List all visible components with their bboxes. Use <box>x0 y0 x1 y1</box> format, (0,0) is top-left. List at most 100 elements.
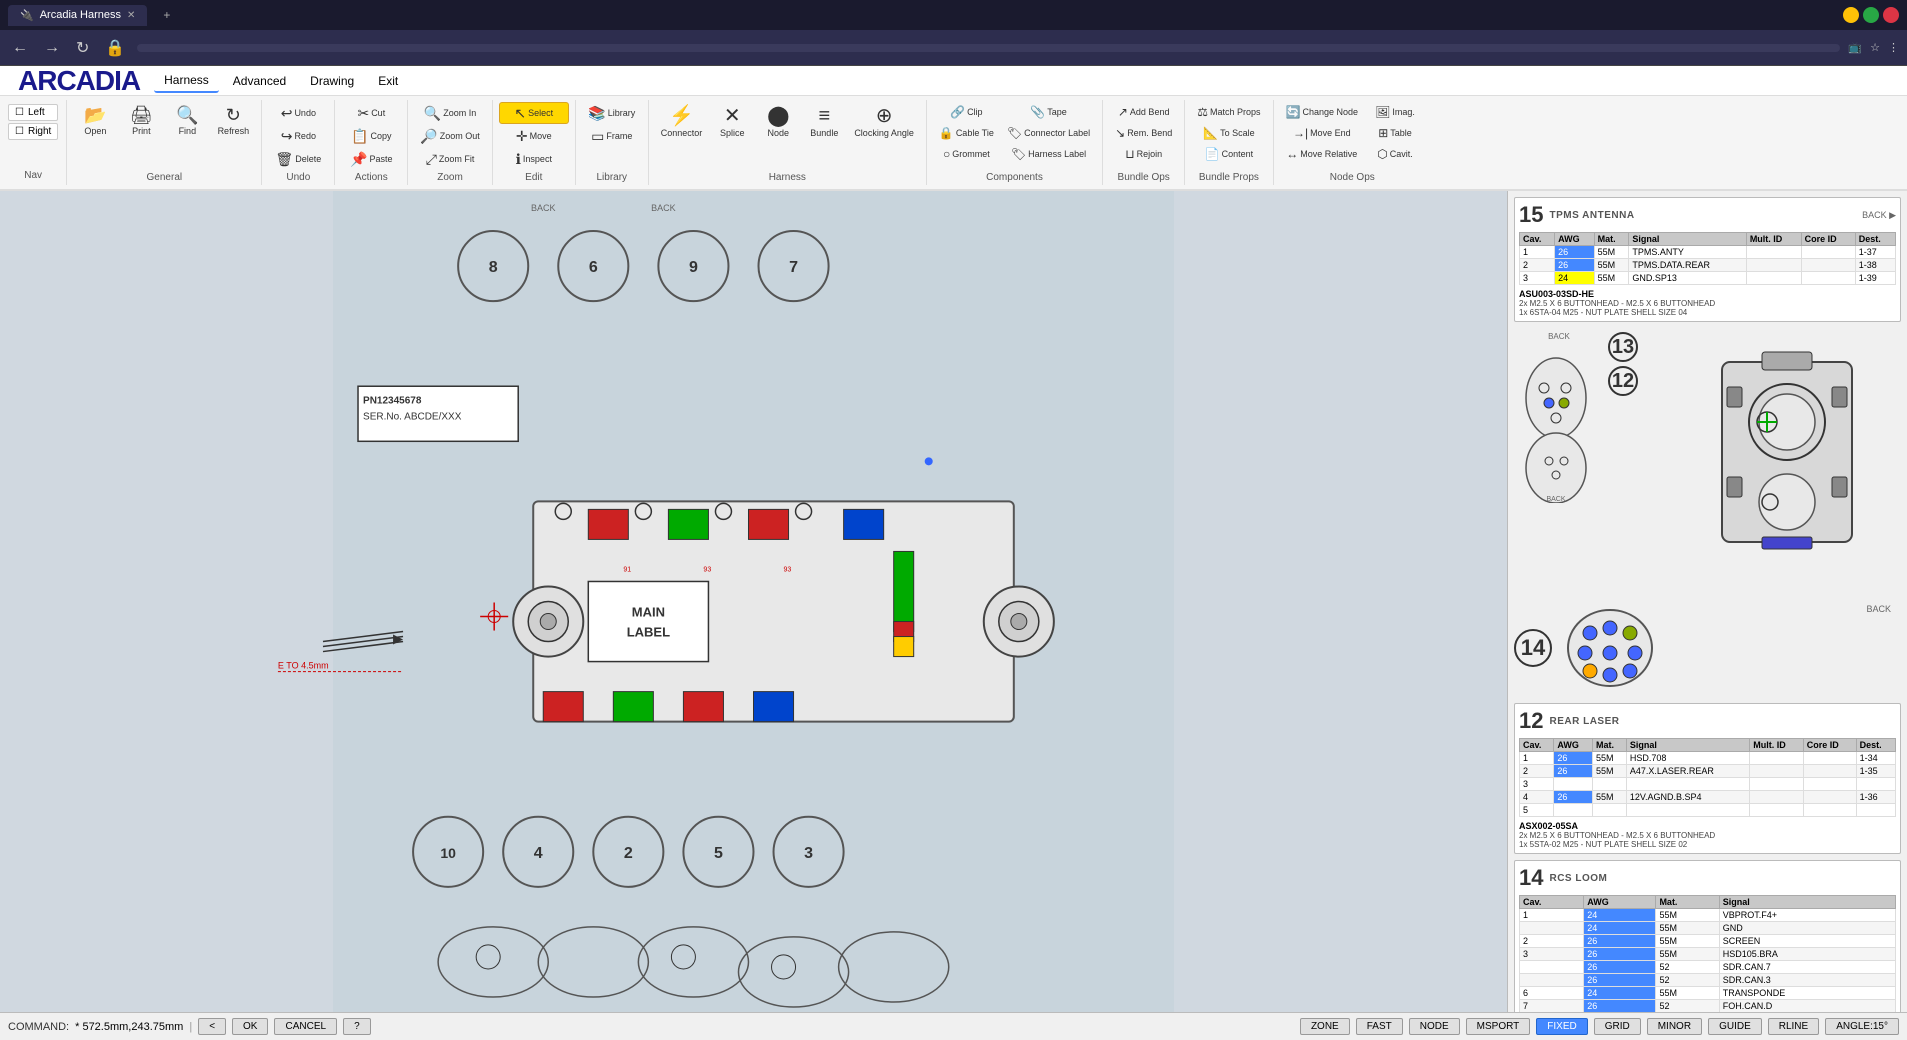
cut-btn[interactable]: ✂ Cut <box>341 102 401 124</box>
open-icon: 📂 <box>84 106 106 124</box>
zoom-in-btn[interactable]: 🔍 Zoom In <box>414 102 485 124</box>
match-props-btn[interactable]: ⚖ Match Props <box>1191 102 1266 122</box>
ok-btn[interactable]: OK <box>232 1018 268 1035</box>
harness-label-btn[interactable]: 🏷 Harness Label <box>1001 144 1096 164</box>
clocking-btn[interactable]: ⊕ Clocking Angle <box>848 102 920 142</box>
col-awg: AWG <box>1554 739 1593 752</box>
select-btn[interactable]: ↖ Select <box>499 102 569 124</box>
zoom-fit-btn[interactable]: ⤢ Zoom Fit <box>414 148 485 170</box>
open-label: Open <box>84 126 106 136</box>
browser-refresh-btn[interactable]: ↻ <box>72 36 93 60</box>
rem-bend-btn[interactable]: ↘ Rem. Bend <box>1109 123 1178 143</box>
cast-icon[interactable]: 📺 <box>1848 41 1862 54</box>
print-btn[interactable]: 🖨 Print <box>119 102 163 140</box>
cavit-btn[interactable]: ⬡ Cavit. <box>1365 144 1425 164</box>
app-tab[interactable]: 🔌 Arcadia Harness ✕ <box>8 5 147 26</box>
paste-btn[interactable]: 📌 Paste <box>341 148 401 170</box>
svg-text:9: 9 <box>689 259 698 276</box>
open-btn[interactable]: 📂 Open <box>73 102 117 140</box>
table-btn[interactable]: ⊞ Table <box>1365 123 1425 143</box>
connector-label-label: Connector Label <box>1024 128 1090 138</box>
right-icon: ☐ <box>15 126 24 137</box>
bundle-props-col: ⚖ Match Props 📐 To Scale 📄 Content <box>1191 102 1266 164</box>
maximize-btn[interactable] <box>1863 7 1879 23</box>
frame-btn[interactable]: ▭ Frame <box>582 125 642 147</box>
find-btn[interactable]: 🔍 Find <box>165 102 209 140</box>
menu-exit[interactable]: Exit <box>368 70 408 92</box>
fixed-btn[interactable]: FIXED <box>1536 1018 1587 1035</box>
msport-btn[interactable]: MSPORT <box>1466 1018 1531 1035</box>
toolbar-components-section: 🔗 Clip 🔒 Cable Tie ○ Grommet 📎 <box>927 100 1103 185</box>
nav-right-btn[interactable]: ☐ Right <box>8 123 58 140</box>
bookmark-icon[interactable]: ☆ <box>1870 41 1880 54</box>
library-btn[interactable]: 📚 Library <box>582 102 642 124</box>
close-btn[interactable] <box>1883 7 1899 23</box>
inspect-btn[interactable]: ℹ Inspect <box>499 148 569 170</box>
rline-btn[interactable]: RLINE <box>1768 1018 1819 1035</box>
back-btn[interactable]: ← <box>8 37 32 59</box>
cell-signal: GND.SP13 <box>1629 272 1746 285</box>
cell-mat: 55M <box>1594 272 1629 285</box>
copy-btn[interactable]: 📋 Copy <box>341 125 401 147</box>
status-bar: COMMAND: * 572.5mm,243.75mm | < OK CANCE… <box>0 1012 1907 1040</box>
nav-left-btn[interactable]: ☐ Left <box>8 104 58 121</box>
general-section-label: General <box>147 170 183 183</box>
cancel-btn[interactable]: CANCEL <box>274 1018 337 1035</box>
table-row: 2455MGND <box>1520 922 1896 935</box>
main-content: BACK BACK 8 6 9 7 PN12345678 SER.No. ABC… <box>0 191 1907 1012</box>
content-btn[interactable]: 📄 Content <box>1191 144 1266 164</box>
grid-btn[interactable]: GRID <box>1594 1018 1641 1035</box>
delete-btn[interactable]: 🗑 Delete <box>268 148 328 170</box>
svg-text:MAIN: MAIN <box>632 605 665 620</box>
zoom-out-btn[interactable]: 🔎 Zoom Out <box>414 125 485 147</box>
less-btn[interactable]: < <box>198 1018 226 1035</box>
node-btn[interactable]: ⬤ Node <box>756 102 800 142</box>
grommet-btn[interactable]: ○ Grommet <box>933 144 1000 164</box>
splice-btn[interactable]: ✕ Splice <box>710 102 754 142</box>
rejoin-btn[interactable]: ⊔ Rejoin <box>1109 144 1178 164</box>
menu-harness[interactable]: Harness <box>154 69 219 93</box>
menu-icon[interactable]: ⋮ <box>1888 41 1899 54</box>
move-relative-btn[interactable]: ↔ Move Relative <box>1280 144 1365 164</box>
zone-btn[interactable]: ZONE <box>1300 1018 1350 1035</box>
menu-drawing[interactable]: Drawing <box>300 70 364 92</box>
browser-lock-btn[interactable]: 🔒 <box>101 36 129 60</box>
tape-btn[interactable]: 📎 Tape <box>1001 102 1096 122</box>
menu-advanced[interactable]: Advanced <box>223 70 296 92</box>
address-bar[interactable] <box>137 44 1840 52</box>
bundle-btn[interactable]: ≡ Bundle <box>802 102 846 142</box>
to-scale-icon: 📐 <box>1203 127 1218 139</box>
move-relative-icon: ↔ <box>1286 148 1298 160</box>
canvas-area[interactable]: BACK BACK 8 6 9 7 PN12345678 SER.No. ABC… <box>0 191 1507 1012</box>
guide-btn[interactable]: GUIDE <box>1708 1018 1762 1035</box>
add-bend-btn[interactable]: ↗ Add Bend <box>1109 102 1178 122</box>
node-btn[interactable]: NODE <box>1409 1018 1460 1035</box>
add-tab-btn[interactable]: + <box>155 4 178 26</box>
minimize-btn[interactable] <box>1843 7 1859 23</box>
clip-btn[interactable]: 🔗 Clip <box>933 102 1000 122</box>
minor-btn[interactable]: MINOR <box>1647 1018 1702 1035</box>
fast-btn[interactable]: FAST <box>1356 1018 1403 1035</box>
help-btn[interactable]: ? <box>343 1018 371 1035</box>
refresh-btn[interactable]: ↻ Refresh <box>211 102 255 140</box>
change-node-btn[interactable]: 🔄 Change Node <box>1280 102 1365 122</box>
table-row: 2 26 55M TPMS.DATA.REAR 1-38 <box>1520 259 1896 272</box>
image-btn[interactable]: 🖼 Imag. <box>1365 102 1425 122</box>
undo-btn[interactable]: ↩ Undo <box>268 102 328 124</box>
move-end-btn[interactable]: →| Move End <box>1280 123 1365 143</box>
move-btn[interactable]: ✛ Move <box>499 125 569 147</box>
tab-close-icon[interactable]: ✕ <box>127 10 135 21</box>
browser-extra-icons: 📺 ☆ ⋮ <box>1848 41 1899 54</box>
col-mult: Mult. ID <box>1746 233 1801 246</box>
connector-btn[interactable]: ⚡ Connector <box>655 102 709 142</box>
connector-label-btn[interactable]: 🏷 Connector Label <box>1001 123 1096 143</box>
toolbar-actions-section: ✂ Cut 📋 Copy 📌 Paste Actions <box>335 100 408 185</box>
cable-tie-btn[interactable]: 🔒 Cable Tie <box>933 123 1000 143</box>
redo-btn[interactable]: ↪ Redo <box>268 125 328 147</box>
left-icon: ☐ <box>15 107 24 118</box>
clip-label: Clip <box>967 107 983 117</box>
angle-btn[interactable]: ANGLE:15° <box>1825 1018 1899 1035</box>
connector-12-title: REAR LASER <box>1549 716 1619 727</box>
to-scale-btn[interactable]: 📐 To Scale <box>1191 123 1266 143</box>
forward-btn[interactable]: → <box>40 37 64 59</box>
